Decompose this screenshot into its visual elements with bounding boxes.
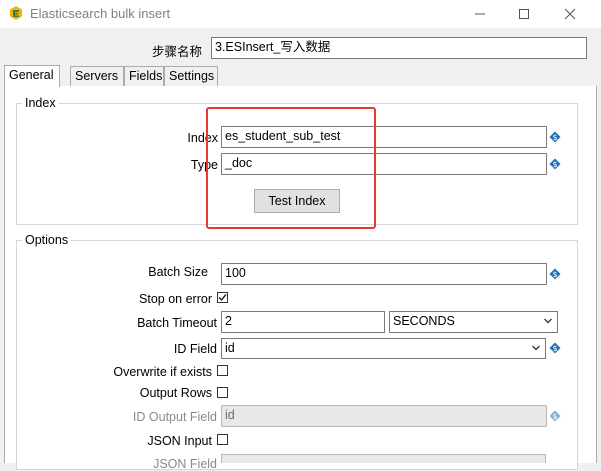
json-field-label: JSON Field (153, 457, 217, 471)
tab-fields[interactable]: Fields (124, 66, 164, 86)
output-rows-label: Output Rows (139, 386, 212, 400)
id-field-label: ID Field (173, 342, 217, 356)
title-bar: Elasticsearch bulk insert (0, 0, 601, 28)
id-output-field-label: ID Output Field (132, 410, 217, 424)
tab-settings[interactable]: Settings (164, 66, 218, 86)
id-output-field-input[interactable]: id (221, 405, 547, 427)
batch-size-input[interactable]: 100 (221, 263, 547, 285)
json-input-checkbox[interactable] (217, 434, 228, 445)
json-input-label: JSON Input (147, 434, 212, 448)
tab-servers[interactable]: Servers (70, 66, 124, 86)
id-field-select[interactable]: id (221, 338, 546, 359)
id-field-value: id (225, 341, 235, 355)
json-field-select[interactable] (221, 454, 546, 463)
stop-on-error-label: Stop on error (139, 292, 212, 306)
tab-general[interactable]: General (4, 65, 60, 87)
close-button[interactable] (547, 0, 593, 28)
overwrite-checkbox[interactable] (217, 365, 228, 376)
timeout-unit-value: SECONDS (393, 314, 455, 328)
overwrite-label: Overwrite if exists (113, 365, 212, 379)
batch-size-label: Batch Size (148, 265, 208, 279)
variable-dollar-icon[interactable]: $ (549, 131, 561, 143)
svg-text:$: $ (552, 270, 557, 279)
highlight-annotation-box (206, 107, 376, 229)
timeout-unit-select[interactable]: SECONDS (389, 311, 558, 333)
batch-timeout-input[interactable]: 2 (221, 311, 385, 333)
step-name-label: 步骤名称 (152, 45, 203, 59)
variable-dollar-icon[interactable]: $ (549, 342, 561, 354)
svg-text:$: $ (552, 412, 557, 421)
minimize-button[interactable] (457, 0, 503, 28)
svg-text:$: $ (552, 133, 557, 142)
step-name-input[interactable]: 3.ESInsert_写入数据 (211, 37, 587, 59)
variable-dollar-icon[interactable]: $ (549, 268, 561, 280)
window-title: Elasticsearch bulk insert (30, 6, 171, 21)
variable-dollar-icon: $ (549, 410, 561, 422)
index-group-title: Index (22, 96, 59, 110)
variable-dollar-icon[interactable]: $ (549, 158, 561, 170)
maximize-icon (519, 9, 529, 19)
minimize-icon (475, 13, 485, 15)
svg-text:$: $ (552, 344, 557, 353)
elasticsearch-icon (10, 6, 22, 20)
svg-text:$: $ (552, 160, 557, 169)
maximize-button[interactable] (501, 0, 547, 28)
output-rows-checkbox[interactable] (217, 387, 228, 398)
batch-timeout-label: Batch Timeout (137, 316, 217, 330)
close-icon (564, 8, 576, 20)
check-icon (218, 294, 227, 302)
chevron-down-icon (532, 345, 540, 351)
chevron-down-icon (544, 318, 552, 324)
options-group-title: Options (22, 233, 72, 247)
stop-on-error-checkbox[interactable] (217, 292, 228, 303)
